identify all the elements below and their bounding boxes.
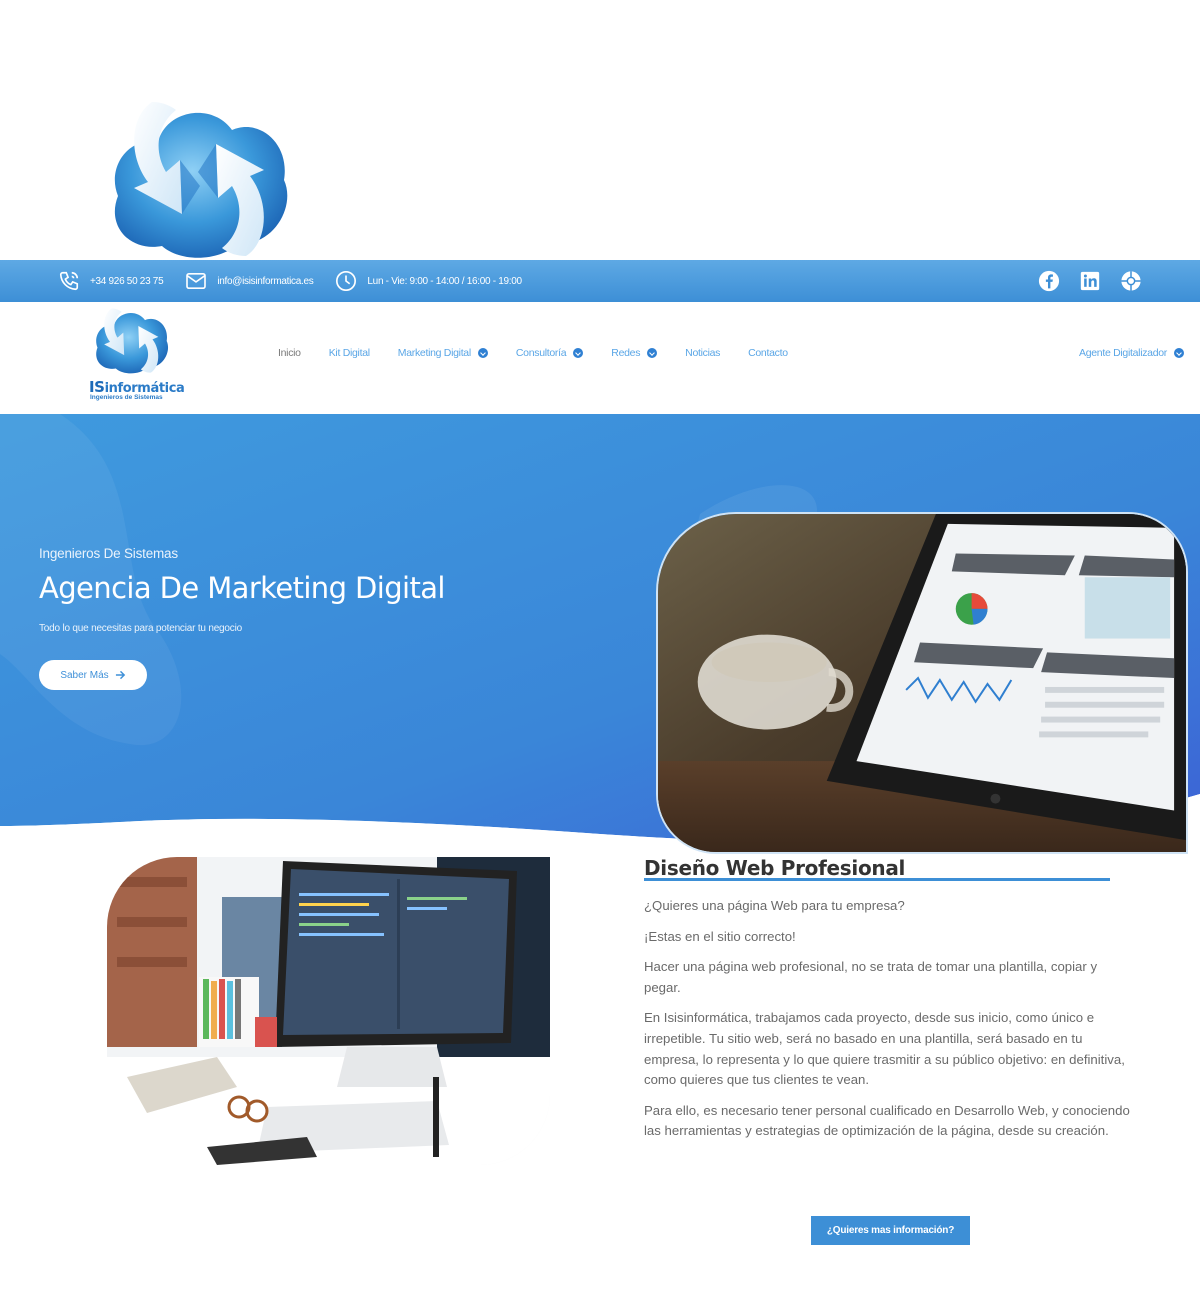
paragraph: Para ello, es necesario tener personal c…	[644, 1102, 1130, 1139]
mail-icon	[186, 272, 207, 290]
nav-item-contacto[interactable]: Contacto	[748, 347, 788, 359]
main-header: ISinformática Ingenieros de Sistemas Ini…	[0, 302, 1200, 414]
chevron-down-icon	[647, 348, 658, 358]
phone-contact[interactable]: +34 926 50 23 75	[58, 270, 164, 292]
facebook-icon[interactable]	[1038, 270, 1060, 292]
paragraph: En Isisinformática, trabajamos cada proy…	[644, 1010, 1125, 1088]
hero-section: Ingenieros De Sistemas Agencia De Market…	[0, 414, 1200, 854]
social-links	[1038, 270, 1142, 292]
nav-item-inicio[interactable]: Inicio	[278, 347, 301, 359]
email-address[interactable]: info@isisinformatica.es	[217, 276, 313, 287]
nav-item-marketing-digital[interactable]: Marketing Digital	[398, 347, 488, 359]
title-underline	[644, 878, 1110, 881]
clock-icon	[336, 271, 357, 291]
email-contact[interactable]: info@isisinformatica.es	[185, 272, 314, 290]
hours-info: Lun - Vie: 9:00 - 14:00 / 16:00 - 19:00	[335, 270, 522, 292]
nav-item-agente-digitalizador[interactable]: Agente Digitalizador	[1079, 347, 1184, 359]
linkedin-icon[interactable]	[1080, 271, 1100, 291]
main-nav: Inicio Kit Digital Marketing Digital Con…	[278, 347, 816, 359]
chevron-down-icon	[573, 348, 584, 358]
paragraph: Hacer una página web profesional, no se …	[644, 959, 1098, 995]
contact-topbar: +34 926 50 23 75 info@isisinformatica.es…	[0, 260, 1200, 302]
brand-tagline: Ingenieros de Sistemas	[90, 394, 163, 401]
saber-mas-button[interactable]: Saber Más	[39, 660, 147, 690]
page: +34 926 50 23 75 info@isisinformatica.es…	[0, 0, 1200, 1300]
web-design-workspace-image	[107, 857, 550, 1165]
nav-item-redes[interactable]: Redes	[611, 347, 658, 359]
paragraph: ¿Quieres una página Web para tu empresa?	[644, 898, 905, 913]
section-body: ¿Quieres una página Web para tu empresa?…	[644, 896, 1130, 1152]
analytics-tablet-image	[656, 512, 1188, 854]
cloud-arrows-logo	[114, 102, 288, 258]
opening-hours: Lun - Vie: 9:00 - 14:00 / 16:00 - 19:00	[367, 275, 522, 287]
phone-number[interactable]: +34 926 50 23 75	[90, 276, 164, 287]
nav-item-kit-digital[interactable]: Kit Digital	[329, 347, 370, 359]
arrow-right-icon	[115, 670, 125, 680]
nav-item-consultoria[interactable]: Consultoría	[516, 347, 584, 359]
more-info-button[interactable]: ¿Quieres mas información?	[811, 1216, 970, 1245]
hero-title: Agencia De Marketing Digital	[39, 571, 445, 605]
phone-icon	[59, 271, 79, 291]
chevron-down-icon	[477, 348, 488, 358]
nav-item-noticias[interactable]: Noticias	[685, 347, 720, 359]
cloud-arrows-logo[interactable]	[88, 306, 172, 376]
section-title: Diseño Web Profesional	[644, 856, 906, 880]
chevron-down-icon	[1174, 348, 1184, 358]
hero-subtitle: Todo lo que necesitas para potenciar tu …	[39, 623, 242, 634]
hero-eyebrow: Ingenieros De Sistemas	[39, 546, 178, 561]
dribbble-icon[interactable]	[1120, 270, 1142, 292]
paragraph: ¡Estas en el sitio correcto!	[644, 928, 796, 944]
